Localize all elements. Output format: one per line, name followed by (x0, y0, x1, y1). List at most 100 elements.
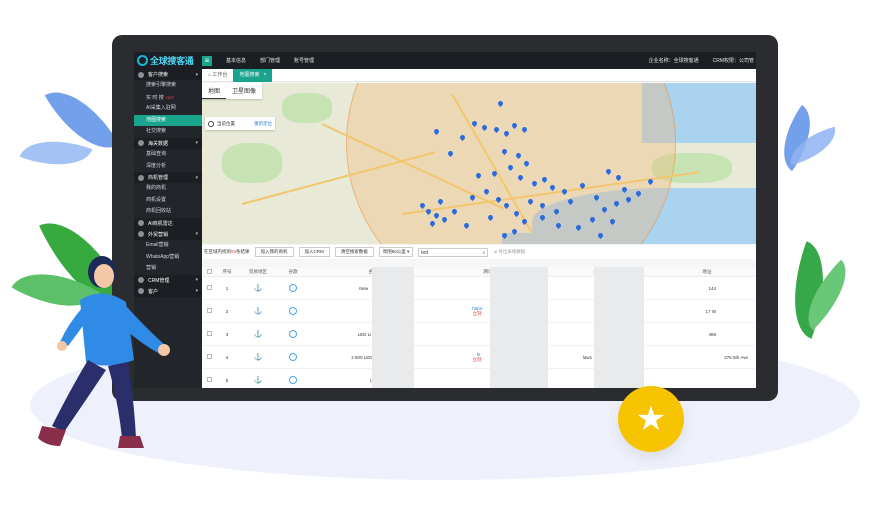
map-pin-icon[interactable] (606, 169, 611, 176)
clear-data-button[interactable]: 清空搜索数据 (334, 247, 374, 257)
map-pin-icon[interactable] (448, 151, 453, 158)
map-pin-icon[interactable] (518, 175, 523, 182)
map-pin-icon[interactable] (556, 223, 561, 230)
map-pin-icon[interactable] (550, 185, 555, 192)
map-pin-icon[interactable] (476, 173, 481, 180)
tab-map-search[interactable]: 地图搜索 × (233, 68, 273, 82)
map-pin-icon[interactable] (442, 217, 447, 224)
google-icon[interactable] (289, 375, 297, 384)
map-pin-icon[interactable] (494, 127, 499, 134)
nav-basic-info[interactable]: 基本信息 (226, 57, 246, 64)
row-checkbox[interactable] (206, 285, 212, 290)
tab-workbench[interactable]: ⌂ 工作台 (202, 69, 233, 82)
row-checkbox[interactable] (206, 331, 212, 336)
map-pin-icon[interactable] (514, 211, 519, 218)
add-opportunity-button[interactable]: 加入我的商机 (254, 247, 294, 257)
map-pin-icon[interactable] (482, 125, 487, 132)
row-checkbox[interactable] (206, 354, 212, 359)
map-pin-icon[interactable] (434, 129, 439, 136)
map-pin-icon[interactable] (648, 179, 653, 186)
map-pin-icon[interactable] (502, 149, 507, 156)
map-pin-icon[interactable] (502, 233, 507, 240)
map-pin-icon[interactable] (590, 217, 595, 224)
sidebar-item-opportunity-recycle[interactable]: 商机回收站 (134, 206, 202, 218)
map-pin-icon[interactable] (554, 209, 559, 216)
select-all-checkbox[interactable] (206, 268, 212, 274)
sidebar-item-engine-search[interactable]: 搜索引擎搜索 (134, 80, 202, 92)
map-pin-icon[interactable] (484, 189, 489, 196)
map-pin-icon[interactable] (610, 219, 615, 226)
add-crm-button[interactable]: 加入CRM (298, 247, 330, 257)
sidebar-group-opportunity[interactable]: 商机管理 ▾ (134, 172, 202, 184)
map-pin-icon[interactable] (562, 189, 567, 196)
map-pin-icon[interactable] (622, 187, 627, 194)
map-pin-icon[interactable] (464, 223, 469, 230)
google-icon[interactable] (289, 329, 297, 338)
map-pin-icon[interactable] (516, 153, 521, 160)
close-icon[interactable]: × (263, 72, 266, 78)
map-pin-icon[interactable] (430, 221, 435, 228)
map-pin-icon[interactable] (426, 209, 431, 216)
map-pin-icon[interactable] (524, 161, 529, 168)
map-pin-icon[interactable] (470, 195, 475, 202)
table-row[interactable]: 2 ⚓ https: s.site/立刻 RM 17 W (202, 300, 756, 323)
map-type-satellite[interactable]: 卫星图像 (226, 83, 262, 99)
menu-toggle-button[interactable]: ≡ (202, 55, 212, 66)
map-pin-icon[interactable] (540, 203, 545, 210)
relocate-link[interactable]: 重新定位 (254, 121, 275, 127)
map-pin-icon[interactable] (542, 177, 547, 184)
map-pin-icon[interactable] (602, 207, 607, 214)
map-pin-icon[interactable] (594, 195, 599, 202)
sidebar-group-marketing[interactable]: 外贸营销 ▾ (134, 228, 202, 240)
map-pin-icon[interactable] (532, 181, 537, 188)
map-pin-icon[interactable] (508, 165, 513, 172)
table-row[interactable]: 5 ⚓ LE (202, 369, 756, 388)
map-pin-icon[interactable] (504, 131, 509, 138)
google-icon[interactable] (289, 352, 297, 361)
map-pin-icon[interactable] (472, 121, 477, 128)
map-pin-icon[interactable] (540, 215, 545, 222)
row-checkbox[interactable] (206, 377, 212, 382)
map-pin-icon[interactable] (580, 183, 585, 190)
search-icon[interactable]: ⌕ (482, 249, 485, 257)
sidebar-item-realtime[interactable]: 实 时 搜 HOT (134, 92, 202, 104)
sidebar-group-customer-search[interactable]: 客户搜索 ▾ (134, 69, 202, 80)
map-pin-icon[interactable] (452, 209, 457, 216)
map-pin-icon[interactable] (488, 215, 493, 222)
sidebar-item-social-search[interactable]: 社交搜索 (134, 126, 202, 138)
sidebar-item-opportunity-settings[interactable]: 商机设置 (134, 195, 202, 207)
google-icon[interactable] (289, 306, 297, 315)
map-pin-icon[interactable] (522, 127, 527, 134)
map-pin-icon[interactable] (496, 197, 501, 204)
export-link[interactable]: ⇲ 导出表格数据 (493, 249, 525, 255)
nav-department[interactable]: 部门管理 (260, 57, 280, 64)
map-pin-icon[interactable] (626, 197, 631, 204)
google-icon[interactable] (289, 283, 297, 292)
nav-account[interactable]: 账号管理 (294, 57, 314, 64)
map-pin-icon[interactable] (420, 203, 425, 210)
map-type-map[interactable]: 地图 (202, 83, 227, 99)
map-pin-icon[interactable] (504, 203, 509, 210)
map-view[interactable]: 地图 卫星图像 当前位置 重新定位 (202, 83, 756, 244)
sidebar-item-map-search[interactable]: 地图搜索 (134, 114, 202, 127)
map-pin-icon[interactable] (598, 233, 603, 240)
map-pin-icon[interactable] (492, 171, 497, 178)
map-pin-icon[interactable] (438, 199, 443, 206)
table-row[interactable]: 1 ⚓ New ing 144 (202, 277, 756, 300)
map-pin-icon[interactable] (636, 191, 641, 198)
map-pin-icon[interactable] (460, 135, 465, 142)
map-pin-icon[interactable] (616, 175, 621, 182)
sidebar-item-basic-query[interactable]: 基础查询 (134, 149, 202, 161)
map-pin-icon[interactable] (434, 213, 439, 220)
map-pin-icon[interactable] (614, 201, 619, 208)
table-row[interactable]: 3 ⚓ LED Li Inc. 469 (202, 323, 756, 346)
sidebar-group-ai-radar[interactable]: AI商机雷达 (134, 217, 202, 229)
map-pin-icon[interactable] (512, 229, 517, 236)
sidebar-item-ai-collect[interactable]: AI采集入驻网 (134, 103, 202, 115)
map-pin-icon[interactable] (576, 225, 581, 232)
table-row[interactable]: 4 ⚓ 1-800 LED ttan NY ht n/立刻 RM laws m,… (202, 346, 756, 369)
sidebar-item-my-opportunity[interactable]: 我的商机 (134, 183, 202, 195)
row-checkbox[interactable] (206, 308, 212, 313)
range-select[interactable]: 周围50公里 ▾ (378, 247, 414, 257)
map-pin-icon[interactable] (528, 199, 533, 206)
